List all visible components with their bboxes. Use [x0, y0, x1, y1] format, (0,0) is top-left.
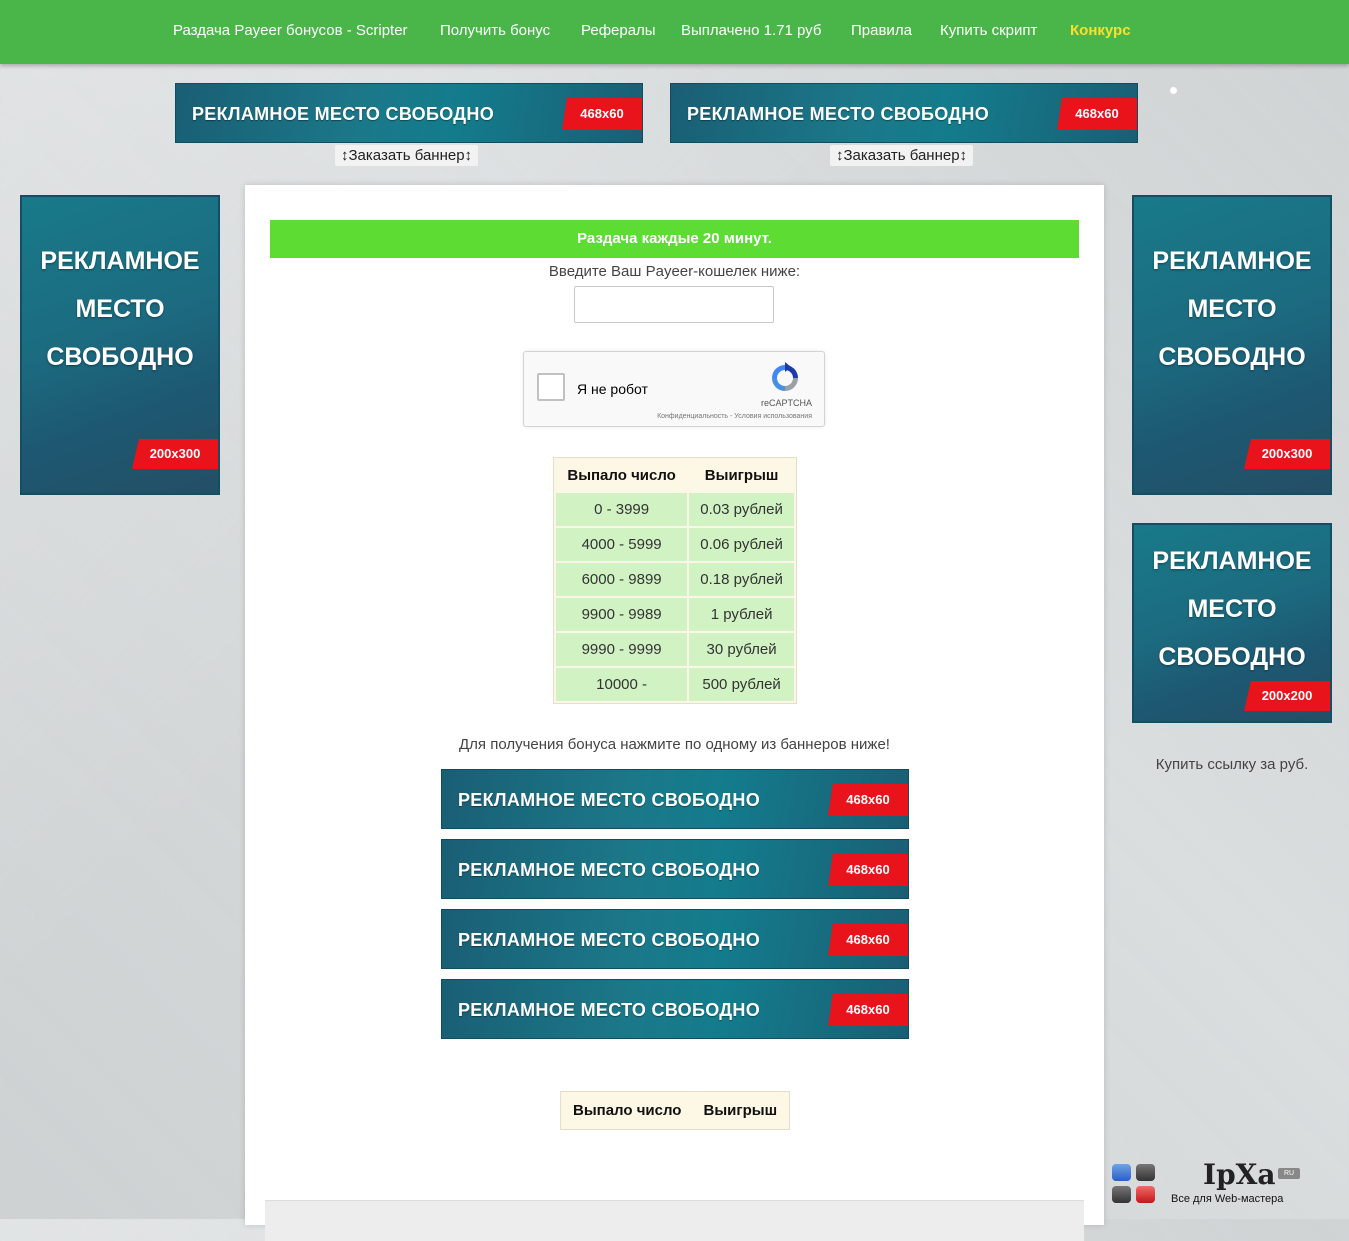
- captcha-label: Я не робот: [577, 381, 648, 397]
- table-header-prize: Выигрыш: [693, 1094, 788, 1127]
- decorative-dot: [1170, 87, 1177, 94]
- banner-size-badge: 200x300: [132, 439, 218, 469]
- logo-square-icon: [1136, 1186, 1155, 1203]
- banner-text: РЕКЛАМНОЕ МЕСТО СВОБОДНО: [192, 104, 495, 124]
- range-cell: 10000 -: [556, 668, 688, 701]
- nav-item-contest[interactable]: Конкурс: [1070, 22, 1131, 39]
- order-banner-link-right[interactable]: ↕Заказать баннер↕: [830, 145, 974, 166]
- prize-table-secondary: Выпало число Выигрыш: [560, 1091, 791, 1130]
- bonus-ad-banner-1[interactable]: РЕКЛАМНОЕ МЕСТО СВОБОДНО 468x60: [441, 769, 909, 829]
- captcha-brand: reCAPTCHA: [760, 398, 812, 408]
- banner-line-3: СВОБОДНО: [1158, 643, 1306, 671]
- banner-text: РЕКЛАМНОЕ МЕСТО СВОБОДНО: [687, 104, 990, 124]
- prize-cell: 0.18 рублей: [689, 563, 794, 596]
- table-row: 6000 - 9899 0.18 рублей: [556, 563, 794, 596]
- range-cell: 4000 - 5999: [556, 528, 688, 561]
- main-panel: Раздача каждые 20 минут. Введите Ваш Pay…: [245, 185, 1104, 1241]
- right-ad-banner-bottom[interactable]: РЕКЛАМНОЕ МЕСТО СВОБОДНО 200x200: [1132, 523, 1332, 723]
- logo-badge: RU: [1278, 1168, 1300, 1179]
- logo-square-icon: [1136, 1164, 1155, 1181]
- banner-text: РЕКЛАМНОЕ МЕСТО СВОБОДНО: [458, 930, 761, 950]
- captcha-checkbox[interactable]: [537, 373, 565, 401]
- banner-size-badge: 468x60: [562, 98, 642, 130]
- banner-line-1: РЕКЛАМНОЕ: [1152, 547, 1312, 575]
- left-ad-banner[interactable]: РЕКЛАМНОЕ МЕСТО СВОБОДНО 200x300: [20, 195, 220, 495]
- top-ad-banner-left[interactable]: РЕКЛАМНОЕ МЕСТО СВОБОДНО 468x60: [175, 83, 643, 143]
- right-ad-banner-top[interactable]: РЕКЛАМНОЕ МЕСТО СВОБОДНО 200x300: [1132, 195, 1332, 495]
- nav-item-get-bonus[interactable]: Получить бонус: [440, 22, 550, 39]
- banner-line-3: СВОБОДНО: [46, 343, 194, 371]
- table-header-number: Выпало число: [556, 460, 688, 491]
- banner-size-badge: 468x60: [1057, 98, 1137, 130]
- prize-cell: 1 рублей: [689, 598, 794, 631]
- bonus-ad-banner-3[interactable]: РЕКЛАМНОЕ МЕСТО СВОБОДНО 468x60: [441, 909, 909, 969]
- wallet-label: Введите Ваш Payeer-кошелек ниже:: [548, 263, 801, 280]
- banner-text: РЕКЛАМНОЕ МЕСТО СВОБОДНО: [458, 790, 761, 810]
- prize-cell: 500 рублей: [689, 668, 794, 701]
- bonus-ad-banner-2[interactable]: РЕКЛАМНОЕ МЕСТО СВОБОДНО 468x60: [441, 839, 909, 899]
- table-header-number: Выпало число: [563, 1094, 692, 1127]
- nav-item-buy-script[interactable]: Купить скрипт: [940, 22, 1037, 39]
- distribution-header: Раздача каждые 20 минут.: [270, 220, 1079, 258]
- nav-item-rules[interactable]: Правила: [851, 22, 912, 39]
- table-row: 9900 - 9989 1 рублей: [556, 598, 794, 631]
- nav-item-paid-out[interactable]: Выплачено 1.71 руб: [681, 22, 821, 39]
- range-cell: 6000 - 9899: [556, 563, 688, 596]
- banner-line-1: РЕКЛАМНОЕ: [40, 247, 200, 275]
- banner-size-badge: 468x60: [828, 784, 908, 816]
- buy-link[interactable]: Купить ссылку за руб.: [1132, 756, 1332, 773]
- order-banner-link-left[interactable]: ↕Заказать баннер↕: [335, 145, 479, 166]
- footer-bar: [265, 1200, 1084, 1241]
- bonus-instruction: Для получения бонуса нажмите по одному и…: [459, 736, 890, 753]
- table-row: 10000 - 500 рублей: [556, 668, 794, 701]
- range-cell: 9900 - 9989: [556, 598, 688, 631]
- prize-cell: 0.03 рублей: [689, 493, 794, 526]
- nav-item-referrals[interactable]: Рефералы: [581, 22, 656, 39]
- table-header-prize: Выигрыш: [689, 460, 794, 491]
- range-cell: 0 - 3999: [556, 493, 688, 526]
- banner-size-badge: 200x300: [1244, 439, 1330, 469]
- table-row: 4000 - 5999 0.06 рублей: [556, 528, 794, 561]
- banner-line-1: РЕКЛАМНОЕ: [1152, 247, 1312, 275]
- bonus-ad-banner-4[interactable]: РЕКЛАМНОЕ МЕСТО СВОБОДНО 468x60: [441, 979, 909, 1039]
- table-row: 0 - 3999 0.03 рублей: [556, 493, 794, 526]
- logo-square-icon: [1112, 1186, 1131, 1203]
- banner-line-2: МЕСТО: [1187, 595, 1277, 623]
- banner-line-2: МЕСТО: [1187, 295, 1277, 323]
- recaptcha-icon: [772, 362, 798, 391]
- prize-cell: 0.06 рублей: [689, 528, 794, 561]
- nav-item-home[interactable]: Раздача Payeer бонусов - Scripter: [173, 22, 408, 39]
- banner-text: РЕКЛАМНОЕ МЕСТО СВОБОДНО: [458, 1000, 761, 1020]
- banner-size-badge: 200x200: [1244, 681, 1330, 711]
- banner-size-badge: 468x60: [828, 924, 908, 956]
- banner-text: РЕКЛАМНОЕ МЕСТО СВОБОДНО: [458, 860, 761, 880]
- banner-line-2: МЕСТО: [75, 295, 165, 323]
- banner-size-badge: 468x60: [828, 854, 908, 886]
- prize-cell: 30 рублей: [689, 633, 794, 666]
- banner-line-3: СВОБОДНО: [1158, 343, 1306, 371]
- wallet-input[interactable]: [574, 286, 774, 323]
- table-row: 9990 - 9999 30 рублей: [556, 633, 794, 666]
- captcha-links[interactable]: Конфиденциальность - Условия использован…: [657, 413, 812, 420]
- range-cell: 9990 - 9999: [556, 633, 688, 666]
- top-navigation: Раздача Payeer бонусов - Scripter Получи…: [0, 0, 1349, 64]
- recaptcha-widget: Я не робот reCAPTCHA Конфиденциальность …: [523, 351, 825, 427]
- banner-size-badge: 468x60: [828, 994, 908, 1026]
- logo-text: IpXa: [1203, 1158, 1276, 1191]
- prize-table: Выпало число Выигрыш 0 - 3999 0.03 рубле…: [553, 457, 797, 704]
- logo-square-icon: [1112, 1164, 1131, 1181]
- logo-tagline: Все для Web-мастера: [1171, 1193, 1284, 1205]
- ipxa-logo: IpXa RU Все для Web-мастера: [1110, 1158, 1310, 1215]
- top-ad-banner-right[interactable]: РЕКЛАМНОЕ МЕСТО СВОБОДНО 468x60: [670, 83, 1138, 143]
